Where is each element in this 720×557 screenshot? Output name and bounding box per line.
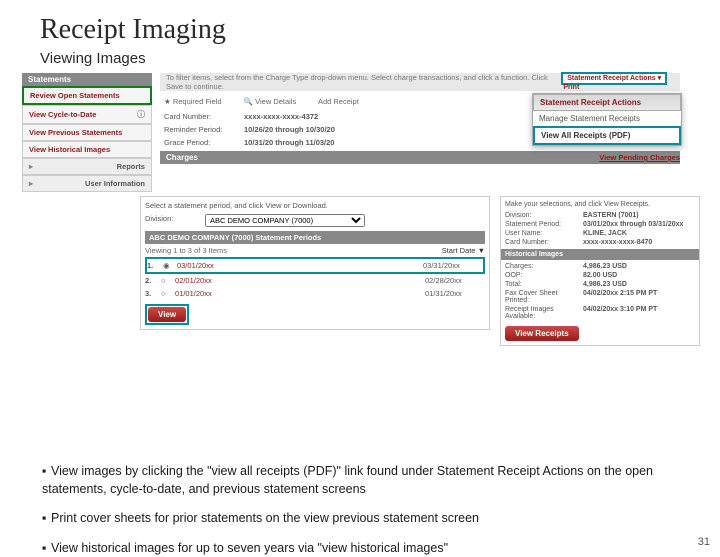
required-field-label: ★ Required Field: [164, 97, 232, 106]
card-number-value: xxxx-xxxx-xxxx-8470: [583, 239, 695, 246]
chevron-down-icon: ▾: [658, 75, 662, 82]
menu-item-manage-receipts[interactable]: Manage Statement Receipts: [533, 111, 681, 126]
historical-images-panel: Make your selections, and click View Rec…: [500, 196, 700, 346]
sidebar: Statements Review Open Statements View C…: [22, 73, 152, 192]
sidebar-item-reports[interactable]: ▸ Reports: [22, 158, 152, 175]
dropdown-header: Statement Receipt Actions: [533, 94, 681, 111]
start-date-sort[interactable]: Start Date ▼: [442, 246, 485, 255]
print-link[interactable]: Print: [563, 84, 579, 91]
view-button[interactable]: View: [148, 307, 186, 322]
division-select[interactable]: ABC DEMO COMPANY (7000): [205, 214, 365, 227]
menu-item-view-all-receipts-pdf[interactable]: View All Receipts (PDF): [533, 126, 681, 145]
periods-header: ABC DEMO COMPANY (7000) Statement Period…: [145, 231, 485, 244]
bullet-icon: ▪: [42, 540, 51, 557]
radio-icon[interactable]: ◉: [163, 261, 177, 270]
username-label: User Name:: [505, 230, 583, 237]
fax-label: Fax Cover Sheet Printed:: [505, 290, 583, 304]
charges-value: 4,986.23 USD: [583, 263, 695, 270]
sidebar-item-cycle-to-date[interactable]: View Cycle-to-Date ⓘ: [22, 105, 152, 124]
sidebar-label: View Cycle-to-Date: [29, 110, 96, 119]
sidebar-label: View Historical Images: [29, 145, 110, 154]
bullet-list: ▪View images by clicking the "view all r…: [0, 463, 720, 557]
oop-label: OOP:: [505, 272, 583, 279]
division-value: EASTERN (7001): [583, 212, 695, 219]
sidebar-label: Reports: [117, 162, 145, 171]
viewing-count: Viewing 1 to 3 of 3 Items: [145, 246, 227, 255]
reminder-period-value: 10/26/20 through 10/30/20: [244, 123, 335, 136]
oop-value: 82.00 USD: [583, 272, 695, 279]
card-number-value: xxxx-xxxx-xxxx-4372: [244, 110, 318, 123]
grace-period-value: 10/31/20 through 11/03/20: [244, 136, 334, 149]
sidebar-label: User Information: [85, 179, 145, 188]
view-receipts-button[interactable]: View Receipts: [505, 326, 579, 341]
add-receipt-button[interactable]: Add Receipt: [318, 97, 369, 106]
sidebar-item-review-open[interactable]: Review Open Statements: [22, 86, 152, 105]
radio-icon[interactable]: ○: [161, 276, 175, 285]
fax-value: 04/02/20xx 2:15 PM PT: [583, 290, 695, 304]
statement-receipt-actions-menu: Statement Receipt Actions Manage Stateme…: [532, 93, 682, 146]
period-value: 03/01/20xx through 03/31/20xx: [583, 221, 695, 228]
sidebar-item-historical-images[interactable]: View Historical Images: [22, 141, 152, 158]
bullet-text: View historical images for up to seven y…: [51, 541, 448, 555]
charges-label: Charges:: [505, 263, 583, 270]
historical-images-header: Historical Images: [501, 249, 699, 260]
page-number: 31: [698, 536, 710, 548]
panel-instructions: Select a statement period, and click Vie…: [145, 201, 485, 210]
page-title: Receipt Imaging: [40, 14, 680, 46]
total-label: Total:: [505, 281, 583, 288]
card-number-label: Card Number:: [505, 239, 583, 246]
filter-text: To filter items, select from the Charge …: [166, 73, 561, 91]
view-details-button[interactable]: 🔍 View Details: [244, 97, 307, 106]
period-row[interactable]: 1.◉03/01/20xx03/31/20xx: [145, 257, 485, 274]
bullet-icon: ▪: [42, 463, 51, 481]
division-label: Division:: [145, 214, 205, 227]
bullet-text: View images by clicking the "view all re…: [42, 464, 653, 496]
period-label: Statement Period:: [505, 221, 583, 228]
panel-instructions: Make your selections, and click View Rec…: [505, 201, 695, 208]
username-value: KLINE, JACK: [583, 230, 695, 237]
reminder-period-label: Reminder Period:: [164, 123, 244, 136]
available-label: Receipt Images Available:: [505, 306, 583, 320]
period-row[interactable]: 2.○02/01/20xx02/28/20xx: [145, 274, 485, 287]
filter-bar: To filter items, select from the Charge …: [160, 73, 680, 91]
page-subtitle: Viewing Images: [40, 50, 680, 67]
chevron-right-icon: ▸: [29, 179, 33, 188]
sidebar-header-statements: Statements: [22, 73, 152, 86]
total-value: 4,986.23 USD: [583, 281, 695, 288]
bullet-icon: ▪: [42, 510, 51, 528]
sidebar-item-user-information[interactable]: ▸ User Information: [22, 175, 152, 192]
statement-periods-panel: Select a statement period, and click Vie…: [140, 196, 490, 330]
division-label: Division:: [505, 212, 583, 219]
sidebar-label: View Previous Statements: [29, 128, 122, 137]
available-value: 04/02/20xx 3:10 PM PT: [583, 306, 695, 320]
view-pending-charges-link[interactable]: View Pending Charges: [599, 153, 680, 162]
card-number-label: Card Number:: [164, 110, 244, 123]
grace-period-label: Grace Period:: [164, 136, 244, 149]
radio-icon[interactable]: ○: [161, 289, 175, 298]
sidebar-item-previous-statements[interactable]: View Previous Statements: [22, 124, 152, 141]
period-row[interactable]: 3.○01/01/20xx01/31/20xx: [145, 287, 485, 300]
sidebar-label: Review Open Statements: [30, 91, 120, 100]
chevron-right-icon: ▸: [29, 162, 33, 171]
bullet-text: Print cover sheets for prior statements …: [51, 511, 479, 525]
info-icon: ⓘ: [137, 109, 145, 120]
